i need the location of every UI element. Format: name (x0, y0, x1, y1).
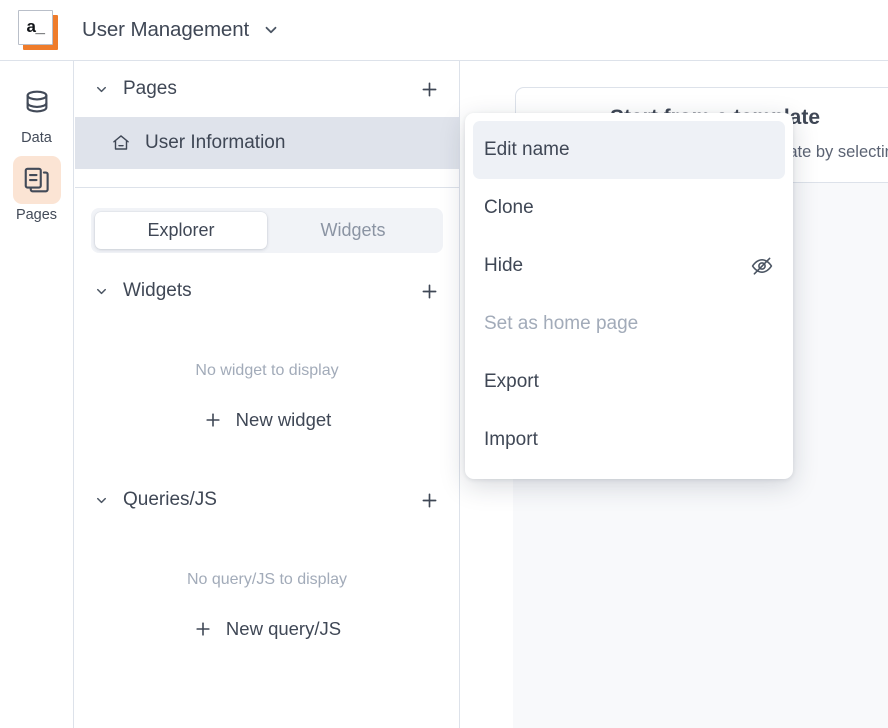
add-widget-button[interactable] (417, 279, 441, 303)
widgets-empty-text: No widget to display (195, 362, 339, 379)
menu-item-label: Edit name (484, 139, 570, 160)
explorer-widgets-tabs: Explorer Widgets (91, 208, 443, 253)
chevron-down-icon[interactable] (91, 82, 111, 97)
panel-divider (75, 187, 459, 188)
queries-section-header: Queries/JS (75, 472, 459, 528)
new-widget-label: New widget (235, 409, 332, 430)
queries-section-title: Queries/JS (123, 489, 217, 510)
new-query-label: New query/JS (225, 618, 342, 639)
plus-icon (196, 622, 210, 636)
menu-item-label: Hide (484, 255, 524, 276)
tab-widgets-label: Widgets (320, 220, 386, 240)
eye-off-icon (750, 254, 774, 278)
new-query-button[interactable]: New query/JS (75, 618, 459, 640)
queries-empty-text: No query/JS to display (186, 571, 348, 588)
logo-mark: a_ (18, 10, 53, 45)
sidebar-item-data[interactable]: Data (6, 79, 68, 146)
menu-item-clone[interactable]: Clone (473, 179, 785, 237)
menu-item-edit-name[interactable]: Edit name (473, 121, 785, 179)
database-icon (13, 79, 61, 127)
menu-item-label: Set as home page (484, 313, 639, 334)
menu-item-label: Import (484, 429, 538, 450)
page-context-menu: Edit name Clone Hide Set as home page Ex… (465, 113, 793, 479)
tab-explorer-label: Explorer (147, 220, 215, 240)
app-logo[interactable]: a_ (18, 10, 58, 50)
add-query-button[interactable] (417, 488, 441, 512)
sidebar-item-label: Data (21, 130, 52, 146)
pages-section-title: Pages (123, 78, 177, 99)
tab-explorer[interactable]: Explorer (95, 212, 267, 249)
add-page-button[interactable] (417, 77, 441, 101)
sidebar-item-pages[interactable]: Pages (6, 156, 68, 223)
app-header: a_ User Management (0, 0, 888, 61)
menu-item-import[interactable]: Import (473, 411, 785, 469)
page-title: User Management (82, 18, 250, 41)
chevron-down-icon[interactable] (91, 284, 111, 299)
menu-item-set-as-home-page: Set as home page (473, 295, 785, 353)
menu-item-label: Export (484, 371, 539, 392)
pages-section-header: Pages (75, 61, 459, 117)
app-window: a_ User Management Data Pages Pages User… (0, 0, 888, 728)
menu-item-hide[interactable]: Hide (473, 237, 785, 295)
page-list-item-user-information[interactable]: User Information (75, 117, 459, 169)
chevron-down-icon[interactable] (262, 21, 280, 39)
plus-icon (206, 413, 220, 427)
menu-item-label: Clone (484, 197, 534, 218)
widgets-section-header: Widgets (75, 263, 459, 319)
pages-stack-icon (12, 156, 61, 204)
widgets-section-title: Widgets (123, 280, 192, 301)
sidebar-item-label: Pages (15, 207, 58, 223)
home-icon (111, 133, 131, 153)
explorer-panel: Pages User Information Explorer Widgets … (75, 61, 460, 728)
page-list-item-label: User Information (145, 132, 286, 153)
new-widget-button[interactable]: New widget (75, 409, 459, 431)
chevron-down-icon[interactable] (91, 493, 111, 508)
menu-item-export[interactable]: Export (473, 353, 785, 411)
tab-widgets[interactable]: Widgets (267, 212, 439, 249)
left-rail: Data Pages (0, 61, 74, 728)
